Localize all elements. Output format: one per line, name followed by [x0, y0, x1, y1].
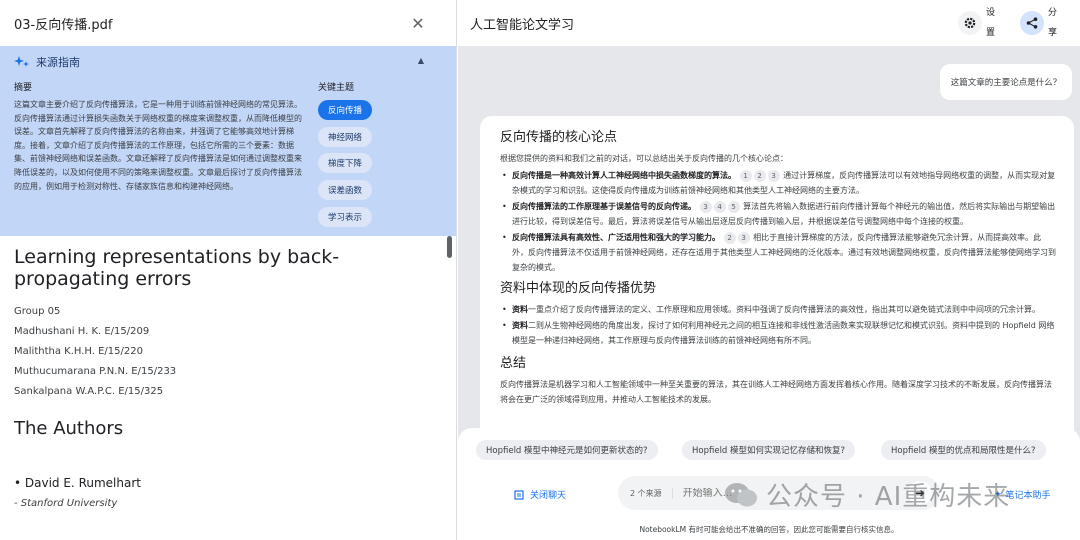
list-item: 资料二则从生物神经网络的角度出发，探讨了如何利用神经元之间的相互连接和非线性激活…: [500, 318, 1056, 348]
source-count[interactable]: 2 个来源: [630, 487, 673, 499]
doc-line: Muthucumarana P.N.N. E/15/233: [14, 366, 177, 377]
notebook-title: 人工智能论文学习: [470, 18, 575, 33]
topic-chip[interactable]: 反向传播: [318, 100, 373, 120]
guide-header[interactable]: 来源指南: [14, 54, 80, 70]
topic-chip[interactable]: 神经网络: [318, 127, 373, 147]
author-name: • David E. Rumelhart: [14, 476, 141, 490]
topic-chip[interactable]: 学习表示: [318, 207, 373, 227]
author-affiliation: - Stanford University: [14, 498, 118, 509]
chat-input[interactable]: [682, 487, 923, 499]
citation-badge[interactable]: 2: [723, 231, 736, 244]
doc-line: Maliththa K.H.H. E/15/220: [14, 346, 143, 357]
list-item: 反向传播算法具有高效性、广泛适用性和强大的学习能力。 23 相比于直接计算梯度的…: [500, 230, 1056, 275]
answer-summary-heading: 总结: [500, 356, 527, 371]
topic-chip[interactable]: 梯度下降: [318, 153, 373, 173]
app-window: 03-反向传播.pdf ✕ 来源指南 ▲ 摘要 这篇文章主要介绍了反向传播算法，…: [0, 0, 1080, 540]
assistant-answer: 反向传播的核心论点 根据您提供的资料和我们之前的对话，可以总结出关于反向传播的几…: [480, 116, 1074, 476]
disclaimer: NotebookLM 有时可能会给出不准确的回答，因此您可能需要自行核实信息。: [639, 525, 899, 534]
gear-icon: [958, 11, 982, 35]
answer-intro: 根据您提供的资料和我们之前的对话，可以总结出关于反向传播的几个核心论点：: [500, 154, 788, 163]
share-label: 分 享: [1048, 8, 1058, 38]
doc-line: Madhushani H. K. E/15/209: [14, 326, 150, 337]
source-header: 03-反向传播.pdf ✕: [0, 0, 456, 46]
summary-text: 这篇文章主要介绍了反向传播算法，它是一种用于训练前馈神经网络的常见算法。反向传播…: [14, 100, 302, 191]
pdf-content: Learning representations by back-propaga…: [14, 246, 434, 509]
citation-badge[interactable]: 3: [699, 200, 712, 213]
arrow-right-icon: ➜: [914, 486, 926, 500]
list-item: 反向传播是一种高效计算人工神经网络中损失函数梯度的算法。 123 通过计算梯度，…: [500, 168, 1056, 198]
citation-badge[interactable]: 1: [739, 169, 752, 182]
answer-points: 反向传播是一种高效计算人工神经网络中损失函数梯度的算法。 123 通过计算梯度，…: [500, 168, 1056, 275]
answer-heading: 反向传播的核心论点: [500, 130, 618, 145]
sparkle-icon: ✦: [994, 489, 1002, 500]
chat-input-box: 2 个来源 ➜: [618, 476, 940, 510]
list-item: 资料一重点介绍了反向传播算法的定义、工作原理和应用领域。资料中强调了反向传播算法…: [500, 302, 1056, 317]
summary-label: 摘要: [14, 83, 33, 93]
suggestion-chip[interactable]: Hopfield 模型中神经元是如何更新状态的?: [476, 440, 658, 460]
citation-badge[interactable]: 2: [753, 169, 766, 182]
guide-title: 来源指南: [36, 56, 80, 69]
settings-label: 设 置: [986, 8, 996, 38]
close-chat-label: 关闭聊天: [530, 491, 567, 501]
source-points: 资料一重点介绍了反向传播算法的定义、工作原理和应用领域。资料中强调了反向传播算法…: [500, 302, 1056, 348]
close-chat-button[interactable]: 关闭聊天: [514, 488, 566, 501]
assistant-label: 笔记本助手: [1005, 491, 1051, 501]
topic-chip[interactable]: 误差函数: [318, 180, 373, 200]
source-guide: 来源指南 ▲ 摘要 这篇文章主要介绍了反向传播算法，它是一种用于训练前馈神经网络…: [0, 46, 456, 236]
sparkle-icon: [14, 56, 29, 67]
share-icon: [1020, 11, 1044, 35]
scrollbar[interactable]: [447, 236, 452, 258]
topics-label: 关键主题: [318, 83, 355, 93]
source-panel: 03-反向传播.pdf ✕ 来源指南 ▲ 摘要 这篇文章主要介绍了反向传播算法，…: [0, 0, 457, 540]
chat-list-icon: [514, 489, 524, 500]
user-message: 这篇文章的主要论点是什么？: [940, 64, 1072, 100]
suggestion-chip[interactable]: Hopfield 模型的优点和局限性是什么?: [881, 440, 1046, 460]
chevron-up-icon[interactable]: ▲: [418, 56, 424, 65]
settings-button[interactable]: 设 置: [958, 8, 995, 38]
authors-heading: The Authors: [14, 418, 124, 439]
citation-badge[interactable]: 4: [713, 200, 726, 213]
citation-badge[interactable]: 3: [767, 169, 780, 182]
citation-badge[interactable]: 3: [737, 231, 750, 244]
doc-line: Sankalpana W.A.P.C. E/15/325: [14, 386, 164, 397]
composer-area: Hopfield 模型中神经元是如何更新状态的? Hopfield 模型如何实现…: [458, 428, 1080, 540]
citation-badge[interactable]: 5: [727, 200, 740, 213]
share-button[interactable]: 分 享: [1020, 8, 1057, 38]
chat-panel: 人工智能论文学习 设 置 分 享 这篇文章的主要论点是什么？ 反向传播的核心论点…: [458, 0, 1080, 540]
answer-subheading: 资料中体现的反向传播优势: [500, 281, 657, 296]
suggestion-chip[interactable]: Hopfield 模型如何实现记忆存储和恢复?: [682, 440, 856, 460]
doc-line: Group 05: [14, 306, 61, 317]
answer-conclusion: 反向传播算法是机器学习和人工智能领域中一种至关重要的算法，其在训练人工神经网络方…: [500, 380, 1052, 404]
chat-header: 人工智能论文学习 设 置 分 享: [458, 0, 1080, 46]
file-title: 03-反向传播.pdf: [14, 17, 113, 33]
chat-area: 这篇文章的主要论点是什么？ 反向传播的核心论点 根据您提供的资料和我们之前的对话…: [458, 46, 1080, 476]
send-button[interactable]: ➜: [908, 481, 932, 505]
list-item: 反向传播算法的工作原理基于误差信号的反向传递。 345 算法首先将输入数据进行前…: [500, 199, 1056, 229]
doc-title: Learning representations by back-propaga…: [14, 246, 340, 290]
notebook-assistant-button[interactable]: ✦ 笔记本助手: [994, 488, 1051, 502]
close-icon[interactable]: ✕: [406, 11, 430, 35]
